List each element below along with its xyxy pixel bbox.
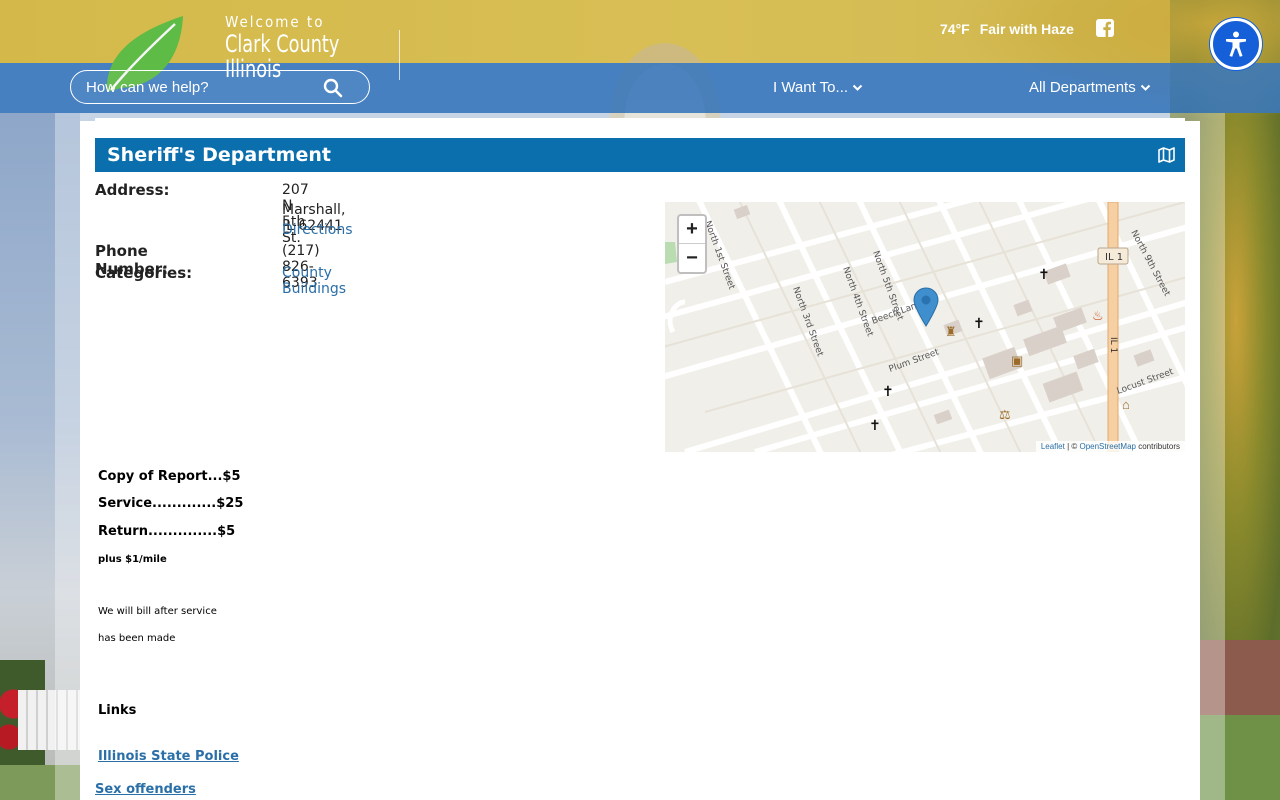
accessibility-icon (1226, 31, 1246, 57)
svg-text:✝: ✝ (973, 316, 985, 332)
chevron-down-icon (852, 84, 863, 91)
nav-all-departments-label: All Departments (1029, 79, 1136, 96)
weather-temperature: 74°F (940, 21, 970, 37)
billing-note-line2: has been made (98, 633, 176, 644)
categories-label: Categories: (95, 264, 193, 282)
osm-link[interactable]: OpenStreetMap (1079, 442, 1135, 451)
fee-service: Service.............$25 (98, 496, 244, 511)
nav-i-want-to-label: I Want To... (773, 79, 849, 96)
fee-copy-of-report: Copy of Report...$5 (98, 469, 241, 484)
svg-text:✝: ✝ (1038, 267, 1050, 283)
map-attribution: Leaflet | © OpenStreetMap contributors (1035, 441, 1185, 452)
zoom-controls: + − (677, 214, 707, 274)
page-title: Sheriff's Department (107, 144, 331, 166)
svg-text:⚖: ⚖ (999, 407, 1011, 422)
svg-text:♜: ♜ (945, 324, 957, 339)
location-map[interactable]: ✝ ✝ ✝ ✝ ♜ ▣ ⚖ ⌂ ♨ North 5th Street North… (665, 202, 1185, 452)
svg-text:IL 1: IL 1 (1105, 252, 1123, 263)
weather-widget: 74°F Fair with Haze (940, 21, 1074, 37)
zoom-in-button[interactable]: + (679, 216, 705, 244)
svg-text:IL 1: IL 1 (1108, 337, 1118, 353)
department-title-bar: Sheriff's Department (95, 138, 1185, 172)
svg-text:⌂: ⌂ (1122, 397, 1130, 412)
welcome-text: Welcome to (225, 13, 325, 31)
county-name: Clark County (225, 30, 340, 58)
search-input[interactable] (86, 78, 316, 96)
accessibility-button[interactable] (1210, 18, 1262, 70)
leaflet-link[interactable]: Leaflet (1041, 442, 1065, 451)
svg-text:✝: ✝ (882, 384, 894, 400)
directions-link[interactable]: Directions (282, 222, 353, 238)
category-link[interactable]: County Buildings (282, 265, 346, 297)
address-label: Address: (95, 181, 170, 199)
svg-text:♨: ♨ (1092, 308, 1104, 323)
facebook-icon[interactable] (1096, 19, 1114, 37)
weather-description: Fair with Haze (979, 21, 1074, 37)
map-icon[interactable] (1158, 147, 1175, 163)
nav-all-departments[interactable]: All Departments (1029, 79, 1151, 96)
fee-return: Return..............$5 (98, 524, 236, 539)
sex-offenders-link[interactable]: Sex offenders (95, 782, 196, 797)
chevron-down-icon (1140, 84, 1150, 91)
links-heading: Links (98, 703, 137, 718)
illinois-state-police-link[interactable]: Illinois State Police (98, 749, 239, 764)
svg-text:✝: ✝ (869, 418, 881, 434)
search-box (70, 70, 370, 104)
map-tiles: ✝ ✝ ✝ ✝ ♜ ▣ ⚖ ⌂ ♨ North 5th Street North… (665, 202, 1185, 452)
search-icon[interactable] (323, 78, 343, 98)
zoom-out-button[interactable]: − (679, 244, 705, 272)
svg-text:▣: ▣ (1011, 353, 1023, 368)
nav-i-want-to[interactable]: I Want To... (773, 79, 863, 96)
logo-divider (399, 30, 400, 80)
location-marker-icon[interactable] (913, 287, 939, 327)
fee-mileage: plus $1/mile (98, 554, 167, 565)
billing-note-line1: We will bill after service (98, 606, 217, 617)
